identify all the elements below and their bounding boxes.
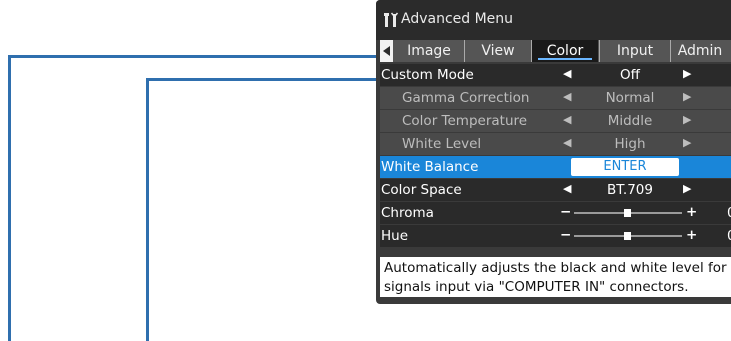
row-white-level: White Level ◀ High ▶ <box>380 133 731 155</box>
callout-line-custom-mode-v <box>146 78 149 341</box>
callout-line-tab-scroll-h <box>8 55 380 58</box>
minus-icon: − <box>560 204 572 220</box>
window-title: Advanced Menu <box>401 11 514 27</box>
tab-color[interactable]: Color <box>532 40 598 62</box>
right-arrow-icon: ▶ <box>683 90 692 103</box>
row-color-temperature: Color Temperature ◀ Middle ▶ <box>380 110 731 132</box>
hue-slider[interactable]: − + 0 <box>560 225 731 247</box>
description-box: Automatically adjusts the black and whit… <box>380 257 731 297</box>
right-arrow-icon: ▶ <box>683 113 692 126</box>
left-arrow-icon: ◀ <box>563 90 572 103</box>
color-temperature-label: Color Temperature <box>402 113 528 129</box>
custom-mode-label: Custom Mode <box>381 67 474 83</box>
hue-label: Hue <box>381 228 409 244</box>
callout-line-tab-scroll-v <box>8 55 11 341</box>
right-arrow-icon[interactable]: ▶ <box>683 67 691 80</box>
slider-knob[interactable] <box>624 232 631 240</box>
slider-knob[interactable] <box>624 209 631 217</box>
tab-scroll-left-button[interactable] <box>380 40 393 62</box>
chroma-slider[interactable]: − + 0 <box>560 202 731 224</box>
row-gamma-correction: Gamma Correction ◀ Normal ▶ <box>380 87 731 109</box>
chroma-label: Chroma <box>381 205 434 221</box>
custom-mode-value: Off <box>620 67 640 83</box>
title-bar: Advanced Menu <box>376 0 731 40</box>
white-level-value: High <box>614 136 646 152</box>
color-temperature-value: Middle <box>607 113 653 129</box>
white-balance-label: White Balance <box>381 159 479 175</box>
white-level-label: White Level <box>402 136 482 152</box>
settings-list: Custom Mode ◀ Off ▶ Gamma Correction ◀ N… <box>380 64 731 248</box>
plus-icon: + <box>686 204 698 220</box>
plus-icon: + <box>686 227 698 243</box>
triangle-left-icon <box>382 46 390 56</box>
minus-icon: − <box>560 227 572 243</box>
left-arrow-icon[interactable]: ◀ <box>563 67 571 80</box>
callout-line-custom-mode-h <box>146 78 382 81</box>
description-line-1: Automatically adjusts the black and whit… <box>384 260 727 276</box>
tab-bar: Image View Color Input Admin <box>380 40 731 62</box>
tools-icon <box>383 12 401 28</box>
row-custom-mode[interactable]: Custom Mode ◀ Off ▶ <box>380 64 731 86</box>
chroma-value: 0 <box>727 205 731 221</box>
tab-view[interactable]: View <box>465 40 532 62</box>
tab-image[interactable]: Image <box>394 40 465 62</box>
description-line-2: signals input via "COMPUTER IN" connecto… <box>384 279 689 295</box>
row-chroma[interactable]: Chroma − + 0 <box>380 202 731 224</box>
row-hue[interactable]: Hue − + 0 <box>380 225 731 247</box>
tab-input[interactable]: Input <box>599 40 671 62</box>
color-space-label: Color Space <box>381 182 462 198</box>
row-white-balance[interactable]: White Balance ENTER <box>380 156 731 178</box>
right-arrow-icon[interactable]: ▶ <box>683 182 691 195</box>
tab-admin[interactable]: Admin <box>670 40 730 62</box>
gamma-correction-value: Normal <box>605 90 655 106</box>
hue-value: 0 <box>727 228 731 244</box>
left-arrow-icon: ◀ <box>563 113 572 126</box>
row-color-space[interactable]: Color Space ◀ BT.709 ▶ <box>380 179 731 201</box>
enter-button[interactable]: ENTER <box>571 158 679 176</box>
left-arrow-icon[interactable]: ◀ <box>563 182 571 195</box>
gamma-correction-label: Gamma Correction <box>402 90 530 106</box>
right-arrow-icon: ▶ <box>683 136 692 149</box>
color-space-value: BT.709 <box>607 182 653 198</box>
left-arrow-icon: ◀ <box>563 136 572 149</box>
